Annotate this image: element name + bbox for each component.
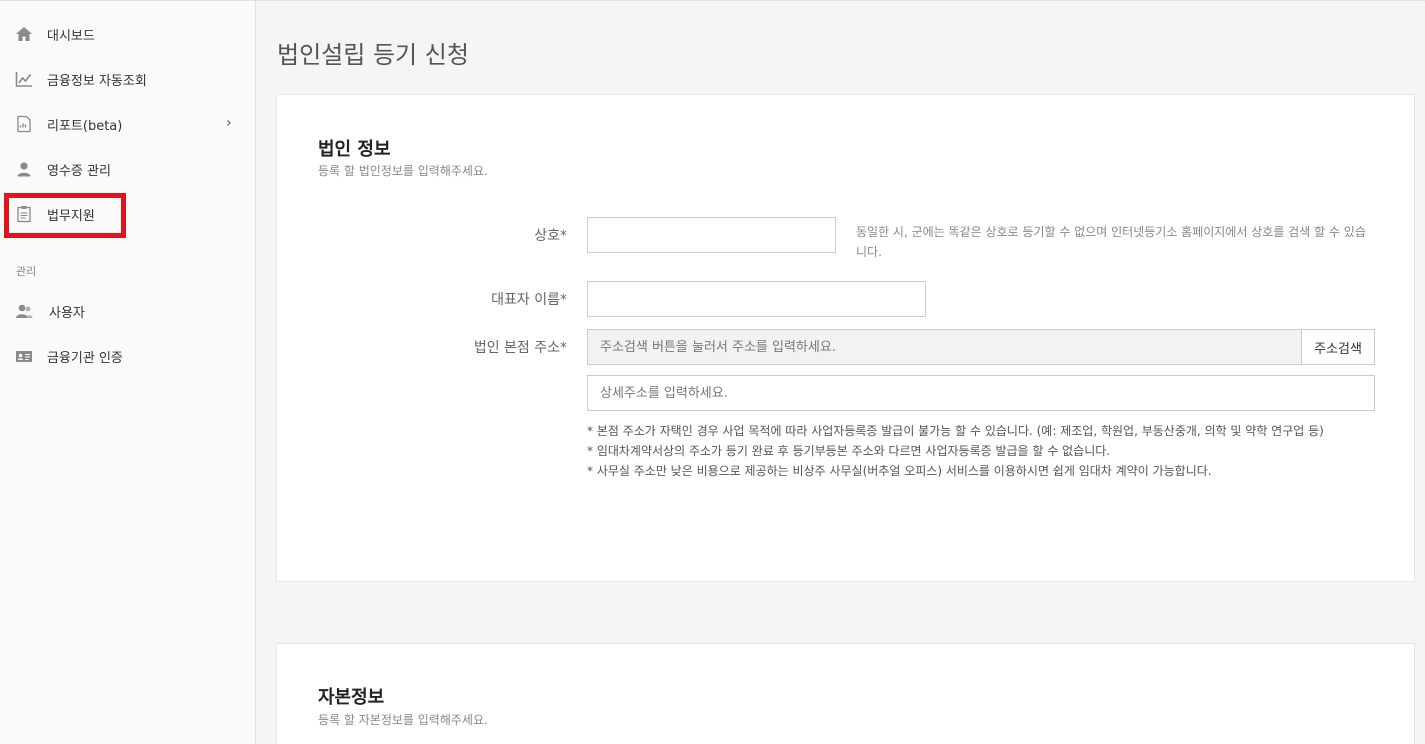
company-name-input[interactable] [587, 217, 836, 253]
address-notes: * 본점 주소가 자택인 경우 사업 목적에 따라 사업자등록증 발급이 불가능… [587, 421, 1377, 481]
sidebar-item-label: 영수증 관리 [47, 163, 111, 179]
card-subtitle: 등록 할 법인정보를 입력해주세요. [318, 164, 488, 178]
chevron-right-icon: › [226, 115, 232, 131]
company-name-help: 동일한 시, 군에는 똑같은 상호로 등기할 수 없으며 인터넷등기소 홈페이지… [856, 225, 1366, 259]
capital-info-card: 자본정보 등록 할 자본정보를 입력해주세요. [276, 643, 1415, 744]
line-chart-icon [15, 70, 33, 88]
card-subtitle: 등록 할 자본정보를 입력해주세요. [318, 713, 488, 727]
main-content: 법인설립 등기 신청 법인 정보 등록 할 법인정보를 입력해주세요. 상호* … [257, 1, 1425, 744]
sidebar-item-label: 금융기관 인증 [47, 350, 123, 366]
corporate-info-card: 법인 정보 등록 할 법인정보를 입력해주세요. 상호* 동일한 시, 군에는 … [276, 94, 1415, 582]
sidebar-item-label: 법무지원 [47, 208, 95, 224]
sidebar: 대시보드 금융정보 자동조회 리포트(beta) › 영수증 관리 법무지원 관… [0, 1, 256, 744]
sidebar-item-label: 금융정보 자동조회 [47, 73, 147, 89]
sidebar-item-report[interactable]: 리포트(beta) › [0, 105, 255, 143]
page-title: 법인설립 등기 신청 [277, 41, 469, 69]
address-note: * 본점 주소가 자택인 경우 사업 목적에 따라 사업자등록증 발급이 불가능… [587, 424, 1324, 438]
address-search-button[interactable]: 주소검색 [1301, 329, 1375, 365]
sidebar-item-dashboard[interactable]: 대시보드 [0, 15, 255, 53]
sidebar-item-users[interactable]: 사용자 [0, 292, 255, 330]
card-title: 법인 정보 [318, 139, 391, 160]
sidebar-item-financial-info[interactable]: 금융정보 자동조회 [0, 60, 255, 98]
representative-label: 대표자 이름* [491, 292, 567, 308]
detail-address-input[interactable] [587, 375, 1375, 411]
company-name-label: 상호* [534, 228, 567, 244]
address-note: * 임대차계약서상의 주소가 등기 완료 후 등기부등본 주소와 다르면 사업자… [587, 444, 1111, 458]
users-icon [15, 302, 33, 320]
sidebar-item-institution-auth[interactable]: 금융기관 인증 [0, 337, 255, 375]
sidebar-section-label: 관리 [16, 265, 37, 278]
report-icon [15, 115, 33, 133]
sidebar-item-receipts[interactable]: 영수증 관리 [0, 150, 255, 188]
address-input[interactable] [587, 329, 1302, 365]
clipboard-icon [15, 205, 33, 223]
sidebar-item-legal-support[interactable]: 법무지원 [0, 195, 255, 233]
sidebar-item-label: 대시보드 [47, 28, 95, 44]
address-label: 법인 본점 주소* [473, 340, 567, 356]
representative-name-input[interactable] [587, 281, 926, 317]
address-note: * 사무실 주소만 낮은 비용으로 제공하는 비상주 사무실(버추얼 오피스) … [587, 464, 1212, 478]
id-card-icon [15, 347, 33, 365]
user-icon [15, 160, 33, 178]
sidebar-item-label: 리포트(beta) [47, 118, 123, 134]
home-icon [15, 25, 33, 43]
sidebar-item-label: 사용자 [49, 305, 85, 321]
card-title: 자본정보 [318, 687, 385, 708]
